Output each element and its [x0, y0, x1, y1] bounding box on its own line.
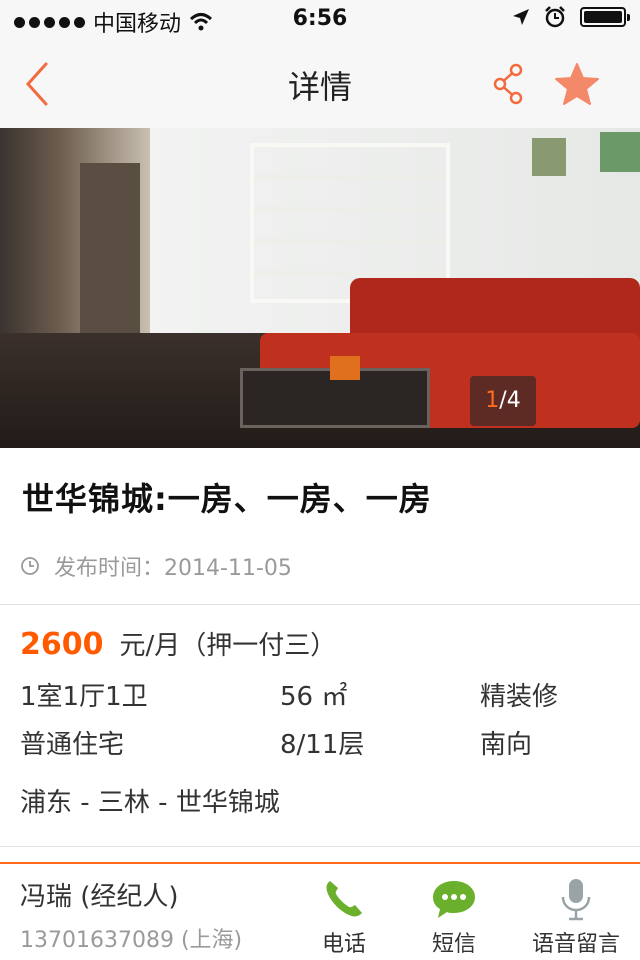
- clock-icon: [21, 557, 39, 575]
- status-right: [512, 6, 630, 28]
- listing-photo[interactable]: 1/4: [0, 128, 640, 448]
- status-bar: 中国移动 6:56: [0, 0, 640, 40]
- chat-bubble-icon: [433, 881, 475, 918]
- page-title: 详情: [287, 68, 352, 106]
- share-icon[interactable]: [490, 62, 526, 106]
- microphone-icon: [561, 879, 591, 921]
- photo-art: [600, 132, 640, 172]
- listing-title: 世华锦城:一房、一房、一房: [22, 480, 432, 518]
- call-button[interactable]: 电话: [294, 876, 394, 958]
- decoration-value: 精装修: [480, 682, 559, 712]
- alarm-clock-icon: [545, 6, 565, 28]
- voice-message-button[interactable]: 语音留言: [524, 876, 628, 958]
- gallery-total: /4: [499, 388, 521, 413]
- battery-icon: [580, 7, 630, 27]
- orientation-value: 南向: [480, 730, 533, 760]
- agent-name: 冯瑞 (经纪人): [20, 882, 179, 912]
- agent-phone[interactable]: 13701637089 (上海): [20, 922, 242, 954]
- sms-label: 短信: [431, 932, 476, 957]
- sms-button[interactable]: 短信: [404, 876, 504, 958]
- location-arrow-icon: [513, 9, 529, 25]
- contact-bar: 冯瑞 (经纪人) 13701637089 (上海) 电话 短信 语音留言: [0, 862, 640, 960]
- call-label: 电话: [321, 932, 366, 957]
- gallery-counter: 1/4: [470, 376, 536, 426]
- price-amount: 2600: [20, 627, 104, 662]
- housing-type-value: 普通住宅: [20, 730, 125, 760]
- photo-art: [532, 138, 566, 176]
- star-icon[interactable]: [554, 62, 600, 106]
- location-value: 浦东 - 三林 - 世华锦城: [20, 788, 280, 818]
- divider: [0, 846, 640, 847]
- area-value: 56 ㎡: [280, 682, 348, 712]
- navigation-bar: 详情: [0, 40, 640, 128]
- publish-date: 2014-11-05: [164, 556, 292, 581]
- publish-info: 发布时间：2014-11-05: [20, 550, 292, 582]
- rooms-value: 1室1厅1卫: [20, 682, 148, 712]
- phone-icon: [326, 881, 362, 917]
- gallery-current: 1: [485, 388, 500, 413]
- price-row: 2600 元/月（押一付三）: [20, 625, 336, 662]
- floor-value: 8/11层: [280, 730, 365, 760]
- price-unit: 元/月（押一付三）: [119, 631, 337, 661]
- photo-box: [330, 356, 360, 380]
- publish-label: 发布时间：: [54, 556, 165, 581]
- divider: [0, 604, 640, 605]
- voice-message-label: 语音留言: [531, 932, 620, 957]
